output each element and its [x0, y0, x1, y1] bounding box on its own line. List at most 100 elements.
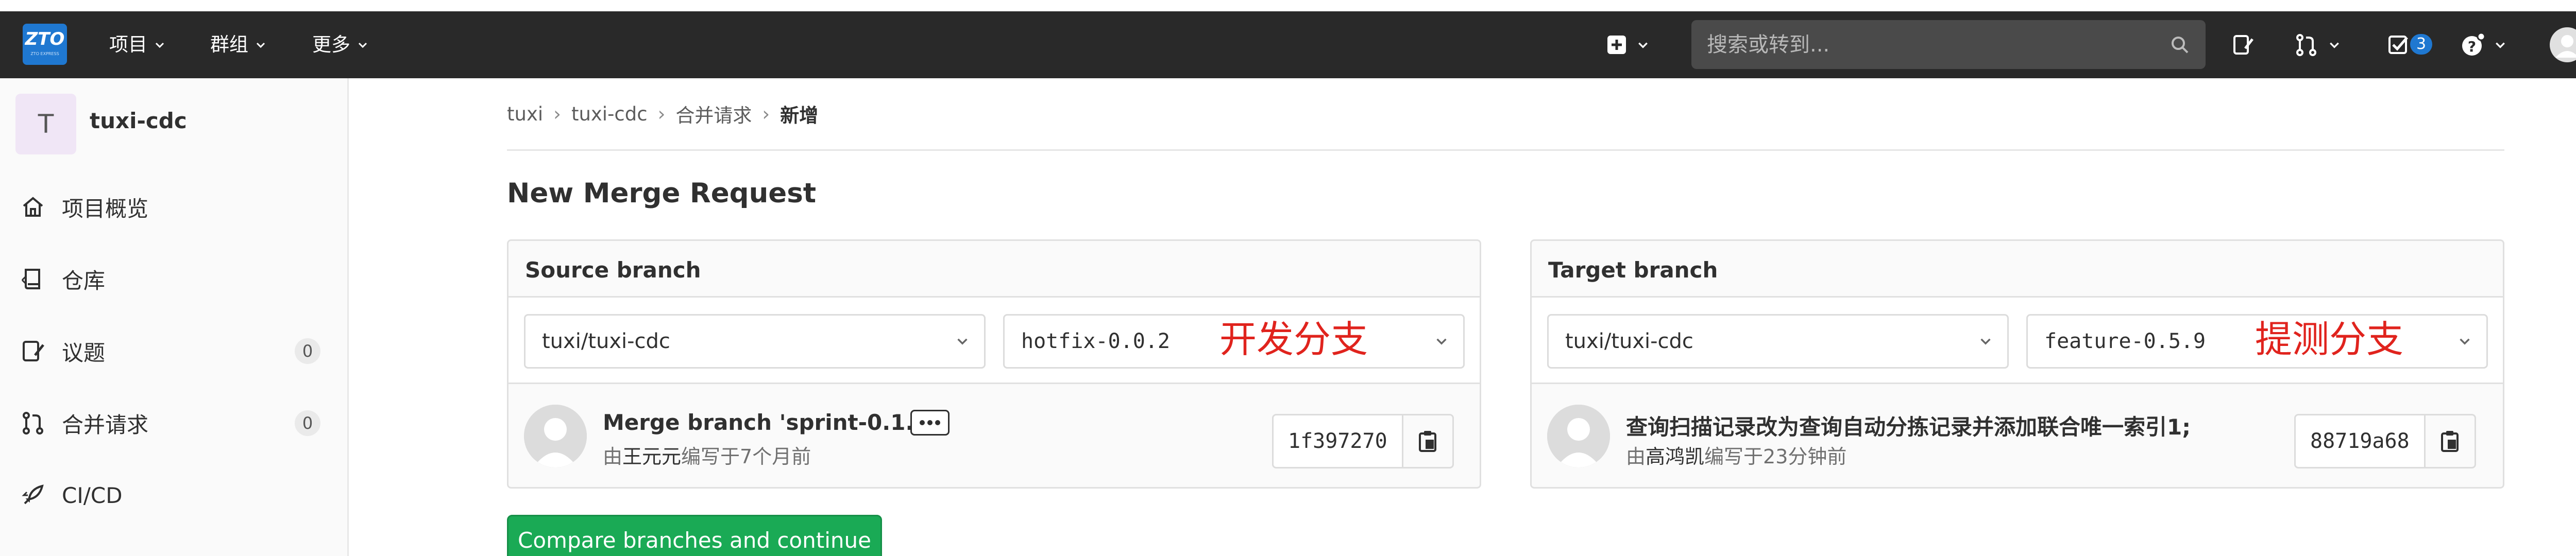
divider	[507, 149, 2504, 151]
breadcrumb-project[interactable]: tuxi-cdc	[571, 103, 648, 125]
plus-square-icon	[1607, 36, 1626, 54]
chevron-down-icon	[1980, 338, 1991, 345]
sidebar-item-issues[interactable]: 议题 0	[0, 328, 347, 374]
target-project-value: tuxi/tuxi-cdc	[1565, 329, 1693, 353]
copy-sha-button[interactable]	[2425, 414, 2476, 468]
issues-icon	[2233, 35, 2253, 55]
user-avatar-icon	[2550, 27, 2576, 62]
todo-count-badge: 3	[2410, 34, 2433, 55]
nav-groups[interactable]: 群组	[210, 32, 266, 58]
copy-sha-button[interactable]	[1403, 414, 1454, 468]
target-branch-panel: Target branch tuxi/tuxi-cdc feature-0.5.…	[1530, 239, 2504, 489]
logo-text: ZTO	[25, 29, 65, 49]
sidebar-item-cicd[interactable]: CI/CD	[0, 472, 347, 518]
todos-shortcut[interactable]	[2387, 32, 2410, 58]
merge-requests-shortcut[interactable]	[2295, 32, 2340, 58]
sidebar-item-label: 项目概览	[62, 196, 149, 221]
commit-sha-group: 88719a68	[2294, 414, 2476, 468]
chevron-down-icon	[256, 42, 265, 48]
source-branch-selectors: tuxi/tuxi-cdc hotfix-0.0.2 开发分支	[509, 298, 1480, 384]
search-input[interactable]	[1707, 20, 2160, 69]
nav-projects[interactable]: 项目	[109, 32, 165, 58]
target-branch-selectors: tuxi/tuxi-cdc feature-0.5.9 提测分支	[1532, 298, 2503, 384]
source-branch-value: hotfix-0.0.2	[1021, 329, 1170, 353]
chevron-down-icon	[957, 338, 968, 345]
target-branch-annotation: 提测分支	[2255, 318, 2404, 361]
avatar	[524, 405, 587, 467]
chevron-down-icon	[358, 42, 367, 48]
breadcrumb-group[interactable]: tuxi	[507, 103, 543, 125]
breadcrumb-current[interactable]: 新增	[780, 100, 818, 128]
sidebar-item-label: 合并请求	[62, 412, 149, 438]
project-sidebar: T tuxi-cdc 项目概览 仓库 议题 0 合并请求 0 CI/CD	[0, 78, 349, 556]
sidebar-item-overview[interactable]: 项目概览	[0, 184, 347, 230]
target-branch-value: feature-0.5.9	[2044, 329, 2206, 353]
issues-icon	[23, 341, 44, 361]
svg-text:?: ?	[2468, 38, 2476, 55]
chevron-down-icon	[2330, 42, 2339, 48]
nav-more[interactable]: 更多	[312, 32, 368, 58]
commit-sha[interactable]: 88719a68	[2294, 414, 2426, 468]
user-menu[interactable]	[2549, 27, 2576, 62]
help-dropdown[interactable]: ?	[2461, 32, 2506, 58]
avatar	[1547, 405, 1610, 467]
commit-title[interactable]: Merge branch 'sprint-0.1.0'	[603, 410, 935, 435]
commit-sha[interactable]: 1f397270	[1272, 414, 1403, 468]
ellipsis-icon	[920, 420, 940, 425]
compare-branches-button[interactable]: Compare branches and continue	[507, 515, 882, 556]
commit-author[interactable]: 高鸿凯	[1646, 445, 1704, 468]
commit-time: 编写于23分钟前	[1704, 445, 1847, 468]
nav-groups-label: 群组	[210, 33, 248, 56]
merge-request-icon	[23, 412, 43, 435]
global-search[interactable]	[1691, 20, 2206, 69]
sidebar-item-label: 仓库	[62, 268, 106, 293]
breadcrumb-separator-icon: ›	[553, 102, 561, 125]
company-logo[interactable]: ZTO ZTO EXPRESS	[23, 24, 67, 65]
top-navbar: ZTO ZTO EXPRESS 项目 群组 更多 3 ?	[0, 11, 2576, 78]
target-project-dropdown[interactable]: tuxi/tuxi-cdc	[1547, 314, 2009, 369]
source-branch-title: Source branch	[525, 257, 701, 283]
target-branch-title: Target branch	[1548, 257, 1718, 283]
chevron-down-icon	[155, 42, 164, 48]
todo-check-icon	[2388, 36, 2408, 54]
help-icon: ?	[2462, 32, 2486, 56]
source-branch-annotation: 开发分支	[1219, 318, 1368, 361]
default-avatar-icon	[1547, 405, 1610, 467]
sidebar-item-merge-requests[interactable]: 合并请求 0	[0, 400, 347, 446]
breadcrumb-separator-icon: ›	[762, 102, 770, 125]
commit-sha-group: 1f397270	[1272, 414, 1454, 468]
chevron-down-icon	[2496, 42, 2505, 48]
commit-author[interactable]: 王元元	[622, 445, 681, 468]
merge-requests-count-badge: 0	[295, 410, 320, 436]
home-icon	[23, 197, 43, 217]
breadcrumb: tuxi › tuxi-cdc › 合并请求 › 新增	[507, 101, 818, 127]
sidebar-item-repository[interactable]: 仓库	[0, 256, 347, 302]
issues-shortcut[interactable]	[2232, 32, 2256, 58]
sidebar-item-label: 议题	[62, 340, 106, 366]
source-commit: Merge branch 'sprint-0.1.0' 由王元元编写于7个月前 …	[509, 384, 1480, 487]
commit-title[interactable]: 查询扫描记录改为查询自动分拣记录并添加联合唯一索引1;	[1626, 410, 2191, 441]
clipboard-icon	[1419, 431, 1437, 452]
nav-more-label: 更多	[312, 33, 350, 56]
new-item-dropdown[interactable]	[1606, 32, 1649, 58]
breadcrumb-merge-requests[interactable]: 合并请求	[675, 100, 752, 128]
target-commit: 查询扫描记录改为查询自动分拣记录并添加联合唯一索引1; 由高鸿凯编写于23分钟前…	[1532, 384, 2503, 487]
sidebar-item-label: CI/CD	[62, 482, 123, 508]
issues-count-badge: 0	[295, 338, 320, 364]
logo-subtext: ZTO EXPRESS	[30, 51, 59, 56]
merge-request-icon	[2296, 34, 2316, 56]
target-branch-header: Target branch	[1532, 241, 2503, 298]
commit-time: 编写于7个月前	[681, 445, 811, 468]
source-project-dropdown[interactable]: tuxi/tuxi-cdc	[524, 314, 986, 369]
commit-meta: 由王元元编写于7个月前	[603, 441, 811, 469]
repository-icon	[21, 269, 40, 289]
expand-commit-button[interactable]	[910, 410, 950, 436]
source-branch-panel: Source branch tuxi/tuxi-cdc hotfix-0.0.2…	[507, 239, 1481, 489]
commit-meta: 由高鸿凯编写于23分钟前	[1626, 441, 1846, 469]
source-project-value: tuxi/tuxi-cdc	[542, 329, 670, 353]
default-avatar-icon	[524, 405, 587, 467]
chevron-down-icon	[1436, 338, 1447, 345]
project-name[interactable]: tuxi-cdc	[90, 108, 187, 133]
rocket-icon	[22, 484, 44, 505]
project-avatar[interactable]: T	[15, 94, 76, 154]
